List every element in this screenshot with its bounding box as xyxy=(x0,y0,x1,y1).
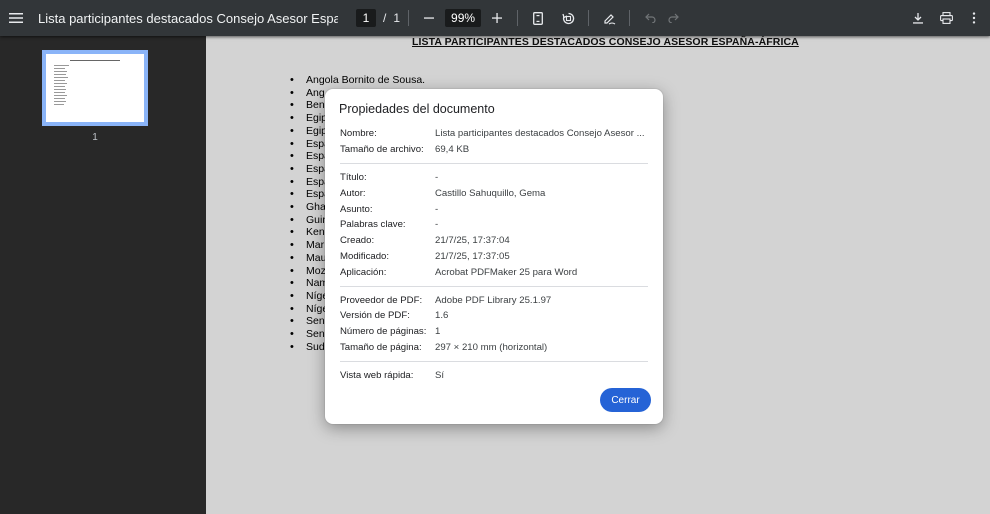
redo-icon xyxy=(668,13,680,23)
menu-icon[interactable] xyxy=(4,6,28,30)
toolbar-divider xyxy=(517,10,519,26)
minus-icon xyxy=(424,13,435,23)
property-row: Aplicación: Acrobat PDFMaker 25 para Word xyxy=(340,264,648,280)
property-label: Número de páginas: xyxy=(340,326,427,338)
property-label: Título: xyxy=(340,171,367,183)
property-row: Versión de PDF: 1.6 xyxy=(340,308,648,324)
zoom-input[interactable]: 99% xyxy=(445,9,482,27)
property-row: Proveedor de PDF: Adobe PDF Library 25.1.… xyxy=(340,292,648,308)
property-value: Acrobat PDFMaker 25 para Word xyxy=(435,266,578,278)
property-row: Título: - xyxy=(340,170,648,186)
fit-page-icon xyxy=(533,11,543,25)
thumbnail-line xyxy=(54,95,68,96)
thumbnail-line xyxy=(54,65,69,66)
thumbnail-sidebar: 1 xyxy=(0,36,206,514)
property-label: Tamaño de archivo: xyxy=(340,144,424,156)
property-label: Aplicación: xyxy=(340,266,387,278)
print-icon xyxy=(939,12,953,24)
page-thumbnail[interactable] xyxy=(42,50,148,126)
annotate-icon xyxy=(603,12,616,25)
rotate-icon xyxy=(561,12,575,25)
property-label: Nombre: xyxy=(340,128,377,140)
thumbnail-line xyxy=(54,104,64,105)
property-row: Autor: Castillo Sahuquillo, Gema xyxy=(340,185,648,201)
thumbnail-line xyxy=(54,77,68,78)
print-button[interactable] xyxy=(934,6,958,30)
property-row: Palabras clave: - xyxy=(340,217,648,233)
thumbnail-line xyxy=(54,83,68,84)
property-label: Modificado: xyxy=(340,250,390,262)
toolbar-divider xyxy=(629,10,631,26)
undo-icon xyxy=(644,13,656,23)
more-vert-icon xyxy=(972,12,976,24)
section-divider xyxy=(340,360,648,362)
document-properties-dialog: Propiedades del documento Nombre: Lista p… xyxy=(325,89,663,424)
property-value: 1 xyxy=(435,326,441,338)
property-value: Adobe PDF Library 25.1.97 xyxy=(435,294,552,306)
toolbar-divider xyxy=(588,10,590,26)
page-separator: / xyxy=(383,11,387,25)
thumbnail-line xyxy=(54,98,66,99)
property-value: 297 × 210 mm (horizontal) xyxy=(435,341,548,353)
thumbnail-line xyxy=(54,92,65,93)
pdf-toolbar: Lista participantes destacados Consejo A… xyxy=(0,0,990,36)
property-value: - xyxy=(435,203,439,215)
section-divider xyxy=(340,285,648,287)
thumbnail-heading-line xyxy=(70,60,120,61)
property-label: Asunto: xyxy=(340,203,373,215)
section-divider xyxy=(340,163,648,165)
property-row: Tamaño de página: 297 × 210 mm (horizonta… xyxy=(340,340,648,356)
undo-button[interactable] xyxy=(638,6,662,30)
thumbnail-page-number: 1 xyxy=(92,132,98,143)
properties-list: Nombre: Lista participantes destacados Co… xyxy=(340,126,648,383)
property-value: Lista participantes destacados Consejo A… xyxy=(435,128,645,140)
property-label: Vista web rápida: xyxy=(340,369,414,381)
rotate-button[interactable] xyxy=(556,6,580,30)
property-row: Nombre: Lista participantes destacados Co… xyxy=(340,126,648,142)
property-row: Vista web rápida: Sí xyxy=(340,367,648,383)
page-total: 1 xyxy=(393,11,401,25)
property-row: Creado: 21/7/25, 17:37:04 xyxy=(340,233,648,249)
property-label: Palabras clave: xyxy=(340,219,406,231)
property-label: Versión de PDF: xyxy=(340,310,410,322)
thumbnail-line xyxy=(54,71,68,72)
thumbnail-line xyxy=(54,74,67,75)
property-value: 21/7/25, 17:37:05 xyxy=(435,250,510,262)
thumbnail-line xyxy=(54,89,67,90)
property-label: Creado: xyxy=(340,235,375,247)
plus-icon xyxy=(492,13,503,23)
property-value: Castillo Sahuquillo, Gema xyxy=(435,187,546,199)
property-value: Sí xyxy=(435,369,445,381)
property-value: - xyxy=(435,219,439,231)
more-options-button[interactable] xyxy=(962,6,986,30)
property-label: Proveedor de PDF: xyxy=(340,294,423,306)
document-title: Lista participantes destacados Consejo A… xyxy=(38,10,338,26)
thumbnail-line xyxy=(54,101,67,102)
toolbar-divider xyxy=(408,10,410,26)
property-value: 1.6 xyxy=(435,310,449,322)
dialog-title: Propiedades del documento xyxy=(339,102,495,116)
download-icon xyxy=(912,12,924,24)
zoom-in-button[interactable] xyxy=(485,6,509,30)
property-row: Número de páginas: 1 xyxy=(340,324,648,340)
thumbnail-line xyxy=(54,86,66,87)
fit-page-button[interactable] xyxy=(526,6,550,30)
property-value: - xyxy=(435,171,439,183)
property-row: Modificado: 21/7/25, 17:37:05 xyxy=(340,249,648,265)
close-button[interactable]: Cerrar xyxy=(600,388,651,412)
zoom-out-button[interactable] xyxy=(417,6,441,30)
property-row: Tamaño de archivo: 69,4 KB xyxy=(340,142,648,158)
property-label: Tamaño de página: xyxy=(340,341,422,353)
property-label: Autor: xyxy=(340,187,366,199)
page-number-input[interactable]: 1 xyxy=(356,9,376,27)
toolbar-right xyxy=(906,6,986,30)
thumbnail-line xyxy=(54,80,65,81)
redo-button[interactable] xyxy=(662,6,686,30)
download-button[interactable] xyxy=(906,6,930,30)
annotate-button[interactable] xyxy=(597,6,621,30)
property-value: 69,4 KB xyxy=(435,144,470,156)
property-value: 21/7/25, 17:37:04 xyxy=(435,235,510,247)
property-row: Asunto: - xyxy=(340,201,648,217)
thumbnail-line xyxy=(54,68,66,69)
